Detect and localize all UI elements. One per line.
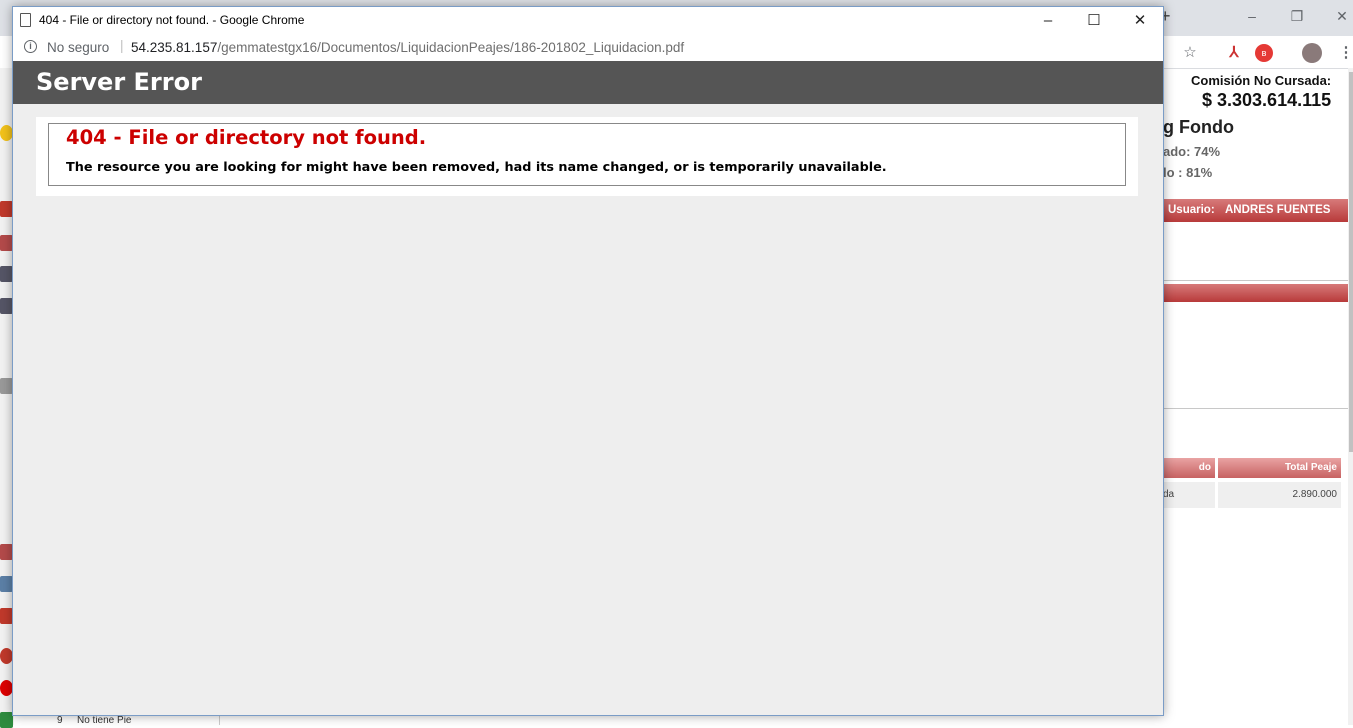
user-bar: Usuario: ANDRES FUENTES — [1163, 199, 1348, 222]
popup-title: 404 - File or directory not found. - Goo… — [39, 13, 305, 27]
error-content-area: 404 - File or directory not found. The r… — [36, 117, 1138, 196]
user-label: Usuario: — [1168, 204, 1215, 216]
background-scroll-thumb[interactable] — [1349, 72, 1353, 452]
error-title: 404 - File or directory not found. — [66, 126, 427, 149]
row-text: No tiene Pie — [77, 715, 132, 726]
background-minimize-button[interactable]: – — [1238, 6, 1266, 26]
url-host: 54.235.81.157 — [131, 40, 218, 55]
table-header-col1: do — [1163, 458, 1215, 478]
table-header-total: Total Peaje — [1218, 458, 1341, 478]
profile-avatar-icon[interactable] — [1302, 43, 1322, 63]
bookmark-star-icon[interactable]: ☆ — [1180, 44, 1200, 62]
panel-header-bar — [1164, 284, 1348, 302]
server-error-header: Server Error — [13, 61, 1163, 104]
url-path: /gemmatestgx16/Documentos/LiquidacionPea… — [217, 40, 685, 55]
extension-badge-icon[interactable]: ʙ — [1255, 44, 1273, 62]
background-restore-button[interactable]: ❐ — [1283, 6, 1311, 26]
chrome-menu-icon[interactable]: ⋮ — [1336, 44, 1353, 62]
page-content: Server Error 404 - File or directory not… — [13, 61, 1163, 715]
popup-titlebar[interactable]: 404 - File or directory not found. - Goo… — [13, 7, 1163, 35]
stat-percent-1: ado: 74% — [1163, 144, 1221, 159]
content-panel — [1163, 280, 1349, 409]
user-name: ANDRES FUENTES — [1225, 204, 1331, 216]
address-separator: | — [120, 38, 124, 53]
pdf-extension-icon[interactable]: ⅄ — [1224, 44, 1244, 62]
row-number: 9 — [57, 715, 63, 726]
background-close-button[interactable]: ✕ — [1328, 6, 1353, 26]
popup-window: 404 - File or directory not found. - Goo… — [12, 6, 1164, 716]
error-box: 404 - File or directory not found. The r… — [48, 123, 1126, 186]
security-label[interactable]: No seguro — [47, 40, 109, 55]
maximize-button[interactable]: ☐ — [1074, 11, 1114, 31]
table-cell-col1: da — [1163, 482, 1215, 508]
table-cell-total: 2.890.000 — [1218, 482, 1341, 508]
info-icon[interactable]: i — [24, 40, 37, 53]
error-message: The resource you are looking for might h… — [66, 160, 887, 175]
close-button[interactable]: ✕ — [1120, 11, 1160, 31]
minimize-button[interactable]: – — [1028, 11, 1068, 31]
url-text[interactable]: 54.235.81.157/gemmatestgx16/Documentos/L… — [131, 40, 684, 55]
commission-label: Comisión No Cursada: — [1191, 73, 1332, 88]
commission-value: $ 3.303.614.115 — [1202, 90, 1332, 110]
page-icon — [20, 13, 31, 27]
fondo-title: g Fondo — [1163, 117, 1234, 137]
address-bar[interactable]: i No seguro | 54.235.81.157/gemmatestgx1… — [13, 35, 1163, 61]
server-error-title: Server Error — [36, 68, 202, 96]
stat-percent-2: lo : 81% — [1163, 165, 1213, 180]
